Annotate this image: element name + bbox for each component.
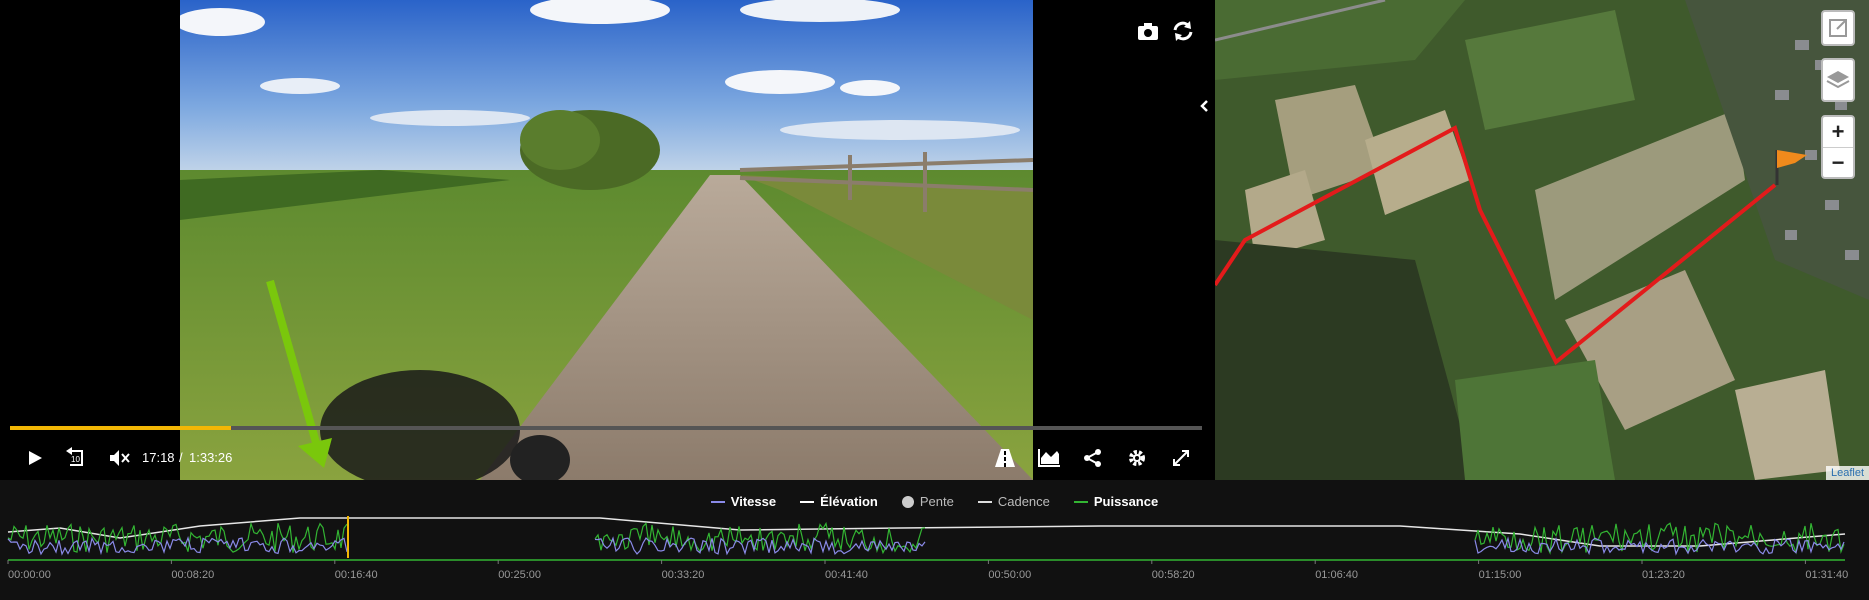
legend-swatch bbox=[800, 500, 815, 503]
telemetry-graph: Vitesse Élévation Pente Cadence Puissance 00… bbox=[0, 480, 1869, 600]
control-bar: 10 17:18 / 1:33:26 bbox=[0, 442, 1215, 474]
legend-swatch bbox=[710, 500, 725, 503]
camera-icon[interactable] bbox=[1135, 18, 1161, 44]
video-player: 10 17:18 / 1:33:26 bbox=[0, 0, 1215, 480]
share-icon[interactable] bbox=[1080, 442, 1106, 474]
satellite-map bbox=[1215, 0, 1869, 480]
graph-legend: Vitesse Élévation Pente Cadence Puissance bbox=[0, 494, 1869, 509]
tick-label: 01:06:40 bbox=[1315, 569, 1358, 581]
tick-label: 00:25:00 bbox=[498, 569, 541, 581]
graph-lines bbox=[7, 517, 1846, 561]
legend-label: Vitesse bbox=[730, 494, 777, 509]
tick-label: 00:50:00 bbox=[988, 569, 1031, 581]
chart-icon[interactable] bbox=[1036, 442, 1062, 474]
power-line bbox=[7, 521, 348, 553]
mute-icon[interactable] bbox=[106, 442, 132, 474]
current-time: 17:18 bbox=[142, 450, 175, 465]
legend-swatch bbox=[901, 495, 914, 508]
layers-icon[interactable] bbox=[1821, 58, 1855, 102]
tick-label: 00:16:40 bbox=[335, 569, 378, 581]
legend-label: Pente bbox=[919, 494, 954, 509]
fullscreen-icon[interactable] bbox=[1168, 442, 1194, 474]
tick-label: 00:58:20 bbox=[1152, 569, 1195, 581]
progress-fill bbox=[10, 426, 231, 430]
legend-swatch bbox=[1073, 500, 1088, 503]
graph-time-axis: 00:00:00 00:08:20 00:16:40 00:25:00 00:33:20… bbox=[7, 560, 1848, 581]
speed-line bbox=[7, 536, 348, 556]
legend-label: Puissance bbox=[1093, 494, 1159, 509]
legend-label: Élévation bbox=[820, 494, 878, 509]
legend-item-3[interactable]: Cadence bbox=[977, 494, 1050, 509]
legend-item-1[interactable]: Élévation bbox=[800, 494, 878, 509]
time-separator: / bbox=[179, 450, 183, 465]
zoom-in-button[interactable]: + bbox=[1823, 117, 1853, 148]
zoom-control: + − bbox=[1821, 115, 1855, 179]
legend-label: Cadence bbox=[997, 494, 1050, 509]
open-external-icon[interactable] bbox=[1821, 10, 1855, 46]
tick-label: 00:33:20 bbox=[662, 569, 705, 581]
tick-label: 01:23:20 bbox=[1642, 569, 1685, 581]
duration: 1:33:26 bbox=[189, 450, 233, 465]
replay-10-icon[interactable]: 10 bbox=[62, 442, 90, 474]
zoom-out-button[interactable]: − bbox=[1823, 148, 1853, 178]
legend-item-0[interactable]: Vitesse bbox=[710, 494, 777, 509]
replay-seconds-label: 10 bbox=[71, 455, 80, 464]
sync-icon[interactable] bbox=[1170, 18, 1196, 44]
speed-line bbox=[594, 536, 926, 556]
tick-label: 00:41:40 bbox=[825, 569, 868, 581]
tick-label: 01:15:00 bbox=[1479, 569, 1522, 581]
tick-label: 00:08:20 bbox=[171, 569, 214, 581]
progress-bar[interactable] bbox=[10, 426, 1202, 430]
road-icon[interactable] bbox=[992, 442, 1018, 474]
tick-label: 00:00:00 bbox=[8, 569, 51, 581]
gear-icon[interactable] bbox=[1124, 442, 1150, 474]
tick-label: 01:31:40 bbox=[1805, 569, 1848, 581]
play-icon[interactable] bbox=[22, 442, 48, 474]
map-view[interactable]: + − Leaflet bbox=[1215, 0, 1869, 480]
map-attribution[interactable]: Leaflet bbox=[1825, 466, 1869, 480]
legend-item-4[interactable]: Puissance bbox=[1073, 494, 1159, 509]
legend-item-2[interactable]: Pente bbox=[901, 494, 954, 509]
telemetry-chart[interactable]: 00:00:00 00:08:20 00:16:40 00:25:00 00:33:20… bbox=[0, 516, 1869, 600]
chevron-left-icon[interactable] bbox=[1197, 96, 1211, 116]
legend-swatch bbox=[977, 500, 992, 503]
